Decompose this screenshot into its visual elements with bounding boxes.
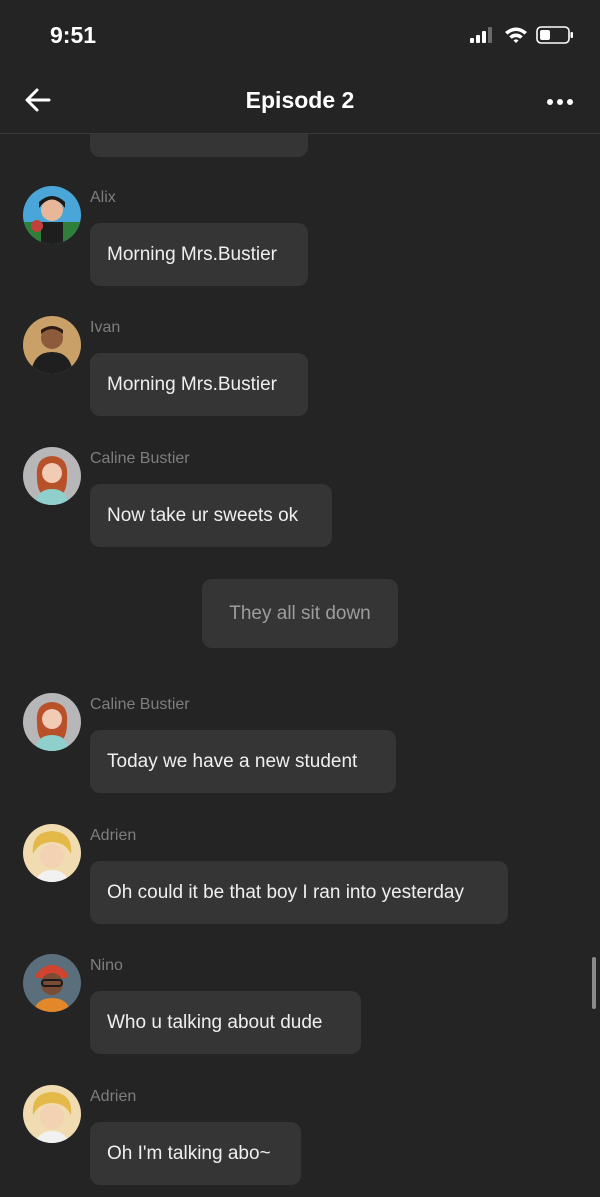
sender-name: Caline Bustier xyxy=(90,450,190,467)
message-bubble[interactable]: Now take ur sweets ok xyxy=(90,484,332,547)
message-bubble[interactable]: Oh I'm talking abo~ xyxy=(90,1122,301,1185)
message-bubble[interactable]: Morning Mrs.Bustier xyxy=(90,353,308,416)
avatar-caline-bustier[interactable] xyxy=(23,693,81,751)
avatar-adrien[interactable] xyxy=(23,1085,81,1143)
avatar-caline-bustier[interactable] xyxy=(23,447,81,505)
narration-bubble[interactable]: They all sit down xyxy=(202,579,398,648)
avatar-nino[interactable] xyxy=(23,954,81,1012)
page-title: Episode 2 xyxy=(245,87,355,113)
nav-bar: Episode 2 xyxy=(0,70,600,134)
message-bubble[interactable]: Oh could it be that boy I ran into yeste… xyxy=(90,861,508,924)
message-bubble[interactable]: Morning Mrs.Bustier xyxy=(90,223,308,286)
chat-feed[interactable]: Alix Morning Mrs.Bustier Ivan Morning Mr… xyxy=(0,0,600,1197)
sender-name: Alix xyxy=(90,189,116,206)
sender-name: Ivan xyxy=(90,319,121,336)
scrollbar[interactable] xyxy=(592,957,596,1009)
more-horizontal-icon xyxy=(546,93,574,111)
cellular-signal-icon xyxy=(470,27,496,48)
sender-name: Adrien xyxy=(90,1088,137,1105)
sender-name: Nino xyxy=(90,957,123,974)
avatar-adrien[interactable] xyxy=(23,824,81,882)
status-time: 9:51 xyxy=(50,22,97,48)
avatar-alix[interactable] xyxy=(23,186,81,244)
message-bubble[interactable]: Who u talking about dude xyxy=(90,991,361,1054)
battery-icon xyxy=(536,26,574,49)
status-bar: 9:51 xyxy=(0,0,600,70)
avatar-ivan[interactable] xyxy=(23,316,81,374)
more-options-button[interactable] xyxy=(542,84,578,120)
status-icons xyxy=(470,26,574,49)
wifi-icon xyxy=(504,26,528,49)
sender-name: Caline Bustier xyxy=(90,696,190,713)
message-bubble[interactable]: Today we have a new student xyxy=(90,730,396,793)
sender-name: Adrien xyxy=(90,827,137,844)
